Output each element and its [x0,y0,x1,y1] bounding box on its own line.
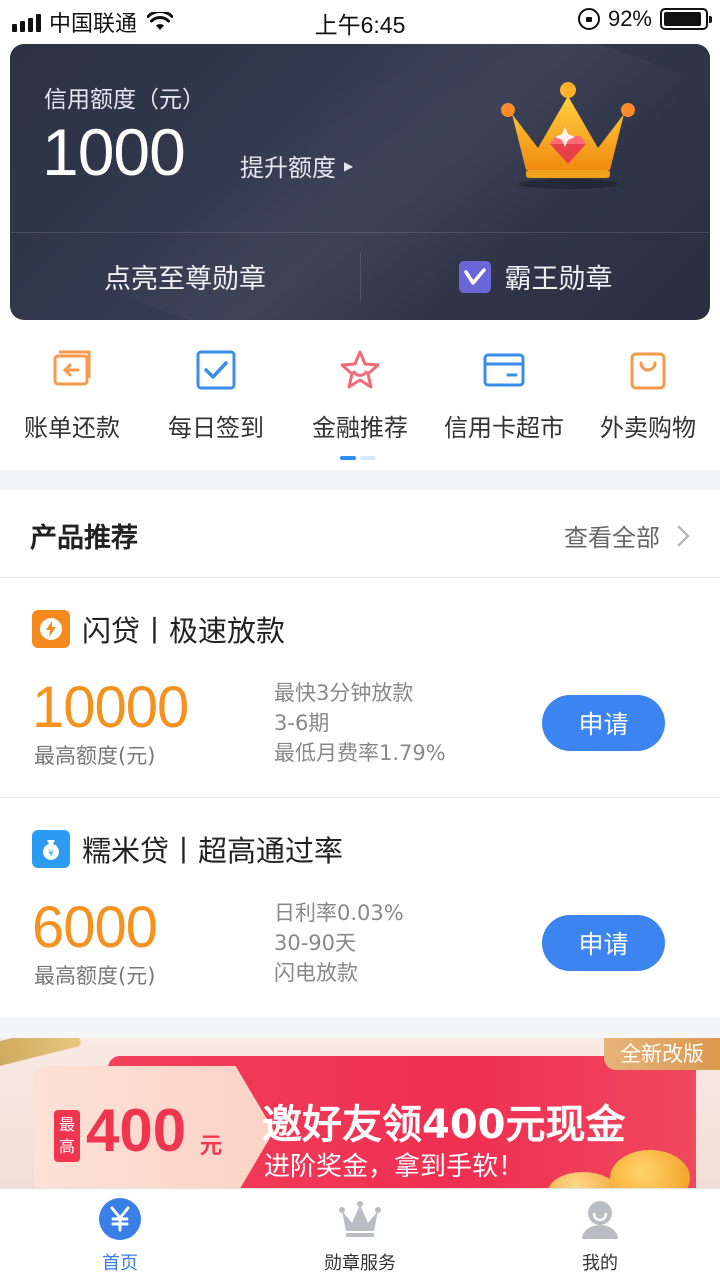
quick-label: 每日签到 [168,414,264,442]
invite-friends-banner[interactable]: 最高 400 元 邀好友领400元现金 进阶奖金，拿到手软！ 全新改版 [0,1038,720,1188]
view-all-link[interactable]: 查看全部 [564,518,690,553]
product-card: ¥ 糯米贷丨超高通过率 6000 最高额度(元) 日利率0.03% 30-90天… [0,798,720,1018]
product-amount-label: 最高额度(元) [34,964,156,988]
light-supreme-badge-button[interactable]: 点亮至尊勋章 [10,233,360,320]
raise-limit-label: 提升额度 [240,154,336,182]
battery-icon [660,8,712,30]
tab-label: 我的 [582,1253,618,1274]
page-dot [360,456,376,460]
banner-subtitle: 进阶奖金，拿到手软！ [264,1152,525,1182]
shopping-bag-icon [630,352,666,390]
badge-right-label: 霸王勋章 [504,264,613,295]
quick-menu: 账单还款 每日签到 金融推荐 信用卡超市 外卖购物 [0,340,720,443]
banner-tag: 全新改版 [604,1038,720,1070]
crown-tab-icon [339,1201,381,1237]
quick-item-finance-recommend[interactable]: 金融推荐 [288,340,432,443]
credit-amount: 1000 [42,115,186,189]
checkin-icon [196,350,236,390]
banner-title: 邀好友领400元现金 [262,1102,626,1148]
banner-decoration [0,1038,82,1070]
page-dot-active [340,456,356,460]
battery-fill [664,12,701,26]
product-features: 日利率0.03% 30-90天 闪电放款 [274,898,404,988]
apply-button[interactable]: 申请 [542,695,665,751]
rotation-lock-icon [577,8,600,30]
chevron-right-icon [677,524,690,547]
product-amount: 10000 [32,675,189,740]
product-features: 最快3分钟放款 3-6期 最低月费率1.79% [274,678,446,768]
raise-limit-link[interactable]: 提升额度 ▶ [240,148,353,183]
quick-label: 账单还款 [24,414,120,442]
tab-badge-service[interactable]: 勋章服务 [240,1189,480,1280]
quick-item-bill-repay[interactable]: 账单还款 [0,340,144,443]
product-feature: 最快3分钟放款 [274,681,414,705]
bill-repay-icon [53,350,91,386]
apply-button[interactable]: 申请 [542,915,665,971]
product-feature: 日利率0.03% [274,901,404,925]
product-title-row: 闪贷丨极速放款 [32,608,285,650]
banner-unit: 元 [200,1134,223,1159]
product-title-row: ¥ 糯米贷丨超高通过率 [32,828,343,870]
user-icon [582,1201,618,1239]
banner-max-label: 最高 [54,1110,80,1162]
tab-label: 勋章服务 [324,1253,396,1274]
overlord-badge-button[interactable]: 霸王勋章 [361,233,710,320]
credit-label: 信用额度（元） [44,87,205,113]
tab-home[interactable]: 首页 [0,1189,240,1280]
page-indicator [340,456,376,460]
quick-label: 外卖购物 [600,414,696,442]
product-name: 糯米贷丨超高通过率 [82,834,344,868]
product-section-header: 产品推荐 查看全部 [0,490,720,578]
v-badge-icon [458,260,491,293]
view-all-label: 查看全部 [564,524,660,552]
badge-left-label: 点亮至尊勋章 [104,264,266,295]
product-name: 闪贷丨极速放款 [82,614,286,648]
product-feature: 最低月费率1.79% [274,741,446,765]
quick-item-credit-card-market[interactable]: 信用卡超市 [432,340,576,443]
triangle-right-icon: ▶ [344,158,354,173]
battery-percent: 92% [607,6,652,31]
quick-item-takeout-shopping[interactable]: 外卖购物 [576,340,720,443]
lightning-icon [32,610,70,648]
credit-card: 信用额度（元） 1000 提升额度 ▶ 点亮至尊勋章 霸王勋章 [10,44,710,320]
section-gap [0,470,720,490]
product-feature: 30-90天 [274,931,357,955]
section-gap [0,1018,720,1038]
status-right: 92% [577,6,712,32]
tab-mine[interactable]: 我的 [480,1189,720,1280]
tab-bar: 首页 勋章服务 我的 [0,1188,720,1280]
tab-label: 首页 [102,1253,138,1274]
product-feature: 闪电放款 [274,961,358,985]
quick-label: 金融推荐 [312,414,408,442]
star-icon [340,350,380,389]
product-feature: 3-6期 [274,711,330,735]
status-bar: 中国联通 上午6:45 92% [0,0,720,40]
product-amount: 6000 [32,895,158,960]
card-icon [483,353,525,387]
quick-item-daily-checkin[interactable]: 每日签到 [144,340,288,443]
banner-amount: 400 [86,1097,187,1164]
yuan-icon [99,1198,141,1240]
product-card: 闪贷丨极速放款 10000 最高额度(元) 最快3分钟放款 3-6期 最低月费率… [0,578,720,798]
product-amount-label: 最高额度(元) [34,744,156,768]
crown-icon [501,82,635,189]
money-bag-icon: ¥ [32,830,70,868]
quick-label: 信用卡超市 [444,414,564,442]
svg-text:¥: ¥ [48,849,54,859]
section-title: 产品推荐 [30,523,138,554]
